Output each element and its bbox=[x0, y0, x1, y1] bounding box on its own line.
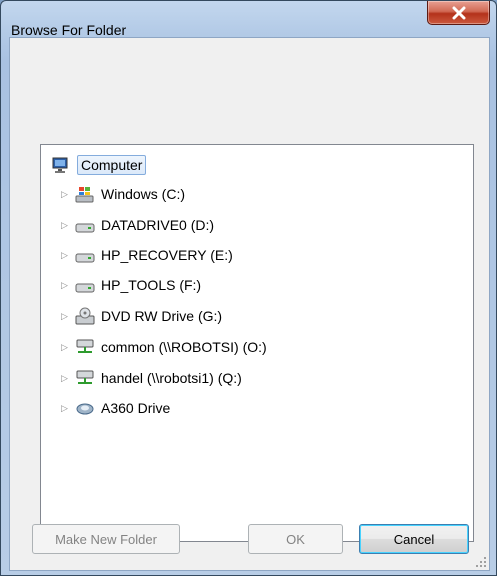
expand-arrow-icon[interactable]: ▷ bbox=[61, 403, 71, 414]
expand-arrow-icon[interactable]: ▷ bbox=[61, 189, 71, 200]
resize-grip-icon[interactable] bbox=[475, 556, 487, 568]
make-new-folder-button[interactable]: Make New Folder bbox=[32, 524, 180, 554]
cloud-drive-icon bbox=[75, 399, 95, 417]
tree-item-label: Computer bbox=[77, 155, 147, 175]
expand-arrow-icon[interactable]: ▷ bbox=[61, 250, 71, 261]
tree-item-hp-tools-f[interactable]: ▷ HP_TOOLS (F:) bbox=[61, 273, 201, 297]
browse-for-folder-dialog: Browse For Folder Computer ▷ Windows (C:… bbox=[0, 0, 497, 576]
tree-item-handel-q[interactable]: ▷ handel (\\robotsi1) (Q:) bbox=[61, 366, 242, 390]
tree-item-hp-recovery-e[interactable]: ▷ HP_RECOVERY (E:) bbox=[61, 243, 233, 267]
network-drive-icon bbox=[75, 338, 95, 356]
tree-item-datadrive0-d[interactable]: ▷ DATADRIVE0 (D:) bbox=[61, 213, 214, 237]
tree-item-label: HP_RECOVERY (E:) bbox=[101, 247, 233, 263]
dvd-drive-icon bbox=[75, 307, 95, 325]
tree-item-windows-c[interactable]: ▷ Windows (C:) bbox=[61, 182, 185, 206]
hard-drive-icon bbox=[75, 276, 95, 294]
network-drive-icon bbox=[75, 369, 95, 387]
expand-arrow-icon[interactable]: ▷ bbox=[61, 373, 71, 384]
close-icon bbox=[452, 6, 466, 20]
tree-item-dvd-rw-g[interactable]: ▷ DVD RW Drive (G:) bbox=[61, 304, 222, 328]
tree-item-label: A360 Drive bbox=[101, 400, 171, 416]
hard-drive-icon bbox=[75, 216, 95, 234]
tree-item-label: Windows (C:) bbox=[101, 186, 186, 202]
title-bar[interactable]: Browse For Folder bbox=[1, 1, 496, 38]
cancel-button[interactable]: Cancel bbox=[359, 524, 469, 554]
tree-item-label: HP_TOOLS (F:) bbox=[101, 277, 202, 293]
computer-icon bbox=[51, 156, 71, 174]
close-button[interactable] bbox=[427, 1, 490, 25]
tree-item-label: common (\\ROBOTSI) (O:) bbox=[101, 339, 267, 355]
tree-item-label: handel (\\robotsi1) (Q:) bbox=[101, 370, 242, 386]
tree-item-label: DVD RW Drive (G:) bbox=[101, 308, 223, 324]
window-title: Browse For Folder bbox=[11, 22, 127, 38]
expand-arrow-icon[interactable]: ▷ bbox=[61, 342, 71, 353]
windows-drive-icon bbox=[75, 185, 95, 203]
expand-arrow-icon[interactable]: ▷ bbox=[61, 280, 71, 291]
tree-item-label: DATADRIVE0 (D:) bbox=[101, 217, 215, 233]
ok-button[interactable]: OK bbox=[248, 524, 343, 554]
tree-item-common-o[interactable]: ▷ common (\\ROBOTSI) (O:) bbox=[61, 335, 267, 359]
folder-tree[interactable]: Computer ▷ Windows (C:) ▷ DATADRIVE0 (D:… bbox=[40, 144, 474, 542]
dialog-client-area: Computer ▷ Windows (C:) ▷ DATADRIVE0 (D:… bbox=[9, 37, 490, 571]
tree-item-a360-drive[interactable]: ▷ A360 Drive bbox=[61, 396, 170, 420]
tree-item-computer[interactable]: Computer bbox=[51, 153, 147, 177]
hard-drive-icon bbox=[75, 246, 95, 264]
expand-arrow-icon[interactable]: ▷ bbox=[61, 311, 71, 322]
expand-arrow-icon[interactable]: ▷ bbox=[61, 220, 71, 231]
